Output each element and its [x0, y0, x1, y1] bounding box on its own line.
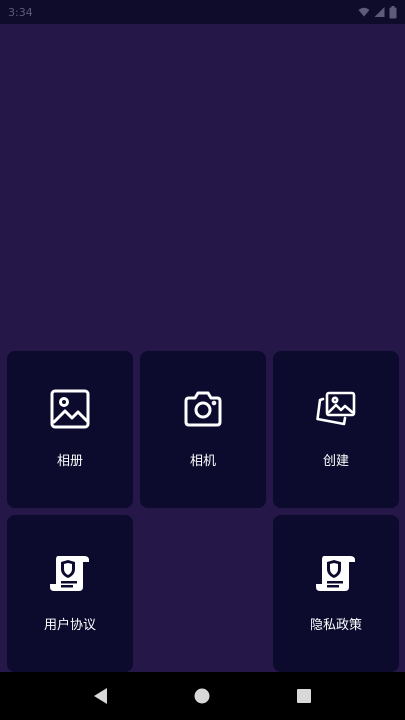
create-label: 创建 [322, 454, 349, 469]
recents-icon[interactable] [284, 676, 324, 716]
home-icon[interactable] [182, 676, 222, 716]
privacy-policy-label: 隐私政策 [309, 618, 362, 633]
document-shield-icon [316, 553, 356, 593]
navigation-bar [0, 672, 405, 720]
camera-icon [183, 389, 223, 429]
user-agreement-label: 用户协议 [43, 618, 96, 633]
main-content: 相册 相机 创建 用户协议 隐私政策 [0, 24, 405, 672]
create-tile[interactable]: 创建 [273, 351, 399, 508]
battery-icon [389, 5, 397, 19]
signal-icon [374, 6, 385, 18]
camera-tile[interactable]: 相机 [140, 351, 266, 508]
status-icons [358, 5, 397, 19]
privacy-policy-tile[interactable]: 隐私政策 [273, 515, 399, 672]
album-label: 相册 [56, 454, 83, 469]
wifi-icon [358, 6, 370, 18]
camera-label: 相机 [189, 454, 216, 469]
images-stack-icon [316, 389, 356, 429]
status-time: 3:34 [8, 5, 33, 19]
user-agreement-tile[interactable]: 用户协议 [7, 515, 133, 672]
status-bar: 3:34 [0, 0, 405, 24]
image-icon [50, 389, 90, 429]
document-shield-icon [50, 553, 90, 593]
back-icon[interactable] [81, 676, 121, 716]
album-tile[interactable]: 相册 [7, 351, 133, 508]
